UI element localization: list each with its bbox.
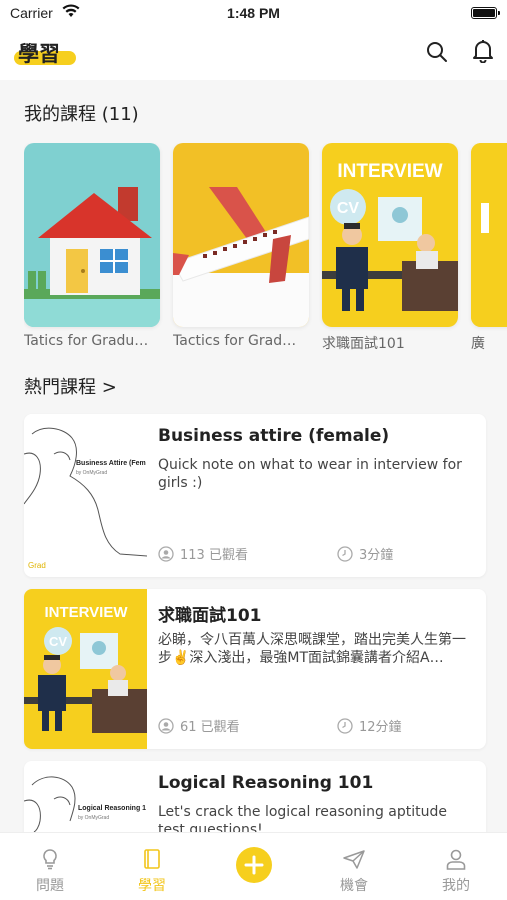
tab-opportunities[interactable]: 機會 [314, 833, 394, 900]
tab-bar: 問題 學習 機會 我的 [0, 832, 507, 900]
search-icon[interactable] [426, 41, 448, 63]
course-label: Tactics for Grad… [173, 333, 297, 349]
card-thumbnail: Logical Reasoning 1 by OnMyGrad [24, 761, 147, 832]
clock-icon [337, 717, 353, 734]
thumb-card-title: INTERVIEW [44, 604, 128, 621]
card-description: 必睇，令八百萬人深思嘅課堂，踏出完美人生第一步✌️深入淺出，最強MT面試錦囊講者… [158, 632, 466, 666]
thumb-cv-text: CV [337, 200, 360, 217]
thumb-card-sub: by OnMyGrad [78, 815, 109, 821]
lightbulb-icon [43, 849, 57, 870]
card-views: 61 已觀看 [158, 716, 240, 735]
course-card[interactable]: Tatics for Gradu… [24, 143, 160, 349]
tab-label: 機會 [340, 878, 368, 894]
card-views: 113 已觀看 [158, 544, 248, 563]
my-courses-title: 我的課程 (11) [24, 104, 139, 125]
card-description: Let's crack the logical reasoning aptitu… [158, 804, 447, 832]
tab-label: 問題 [36, 878, 64, 894]
course-card[interactable]: Tactics for Grad… [173, 143, 309, 349]
paper-plane-icon [343, 850, 365, 869]
page-title-wrap: 學習 [14, 38, 76, 68]
course-thumbnail-partial [471, 143, 507, 327]
popular-course-card[interactable]: Logical Reasoning 1 by OnMyGrad Logical … [24, 761, 486, 832]
card-duration: 3分鐘 [337, 544, 393, 563]
add-button[interactable] [236, 847, 272, 883]
thumb-card-sub: CV [49, 634, 67, 649]
duration-value: 3分鐘 [359, 548, 394, 563]
bell-icon[interactable] [472, 39, 494, 63]
thumb-interview-text: INTERVIEW [337, 161, 442, 182]
thumb-card-sub: by OnMyGrad [76, 470, 107, 476]
clock-icon [337, 545, 353, 562]
battery-icon [471, 7, 500, 19]
my-courses-carousel[interactable]: Tatics for Gradu… Tactics for Grad… INTE… [24, 143, 507, 358]
card-title: Business attire (female) [158, 426, 390, 446]
tab-label: 學習 [138, 878, 166, 894]
card-thumbnail: Business Attire (Fem by OnMyGrad Grad [24, 414, 147, 577]
viewer-icon [158, 545, 174, 562]
course-label: Tatics for Gradu… [24, 333, 149, 349]
card-title: 求職面試101 [158, 606, 262, 626]
popular-courses-link[interactable]: 熱門課程 > [24, 373, 117, 399]
course-thumbnail-airplane [173, 143, 309, 327]
app-header: 學習 [0, 28, 507, 80]
card-title: Logical Reasoning 101 [158, 773, 374, 793]
course-thumbnail-house [24, 143, 160, 327]
thumb-card-title: Logical Reasoning 1 [78, 805, 146, 812]
status-bar: Carrier 1:48 PM [0, 0, 507, 28]
course-thumbnail-interview: INTERVIEW CV [322, 143, 458, 327]
course-card[interactable]: INTERVIEW CV 求職面試101 [322, 143, 458, 353]
course-label: 求職面試101 [322, 336, 405, 352]
clock: 1:48 PM [227, 5, 280, 21]
card-thumbnail: INTERVIEW CV [24, 589, 147, 749]
tab-questions[interactable]: 問題 [10, 833, 90, 900]
views-count: 113 已觀看 [180, 548, 248, 563]
add-icon [244, 855, 264, 875]
course-label: 廣 [471, 336, 485, 352]
thumb-card-title: Business Attire (Fem [76, 460, 146, 467]
grad-logo: Grad [28, 561, 46, 570]
card-duration: 12分鐘 [337, 716, 402, 735]
tab-label: 我的 [442, 878, 470, 894]
tab-learning[interactable]: 學習 [112, 833, 192, 900]
popular-course-card[interactable]: Business Attire (Fem by OnMyGrad Grad Bu… [24, 414, 486, 577]
book-icon [144, 849, 160, 869]
popular-course-card[interactable]: INTERVIEW CV 求職面試101 必睇，令八百萬人深思嘅課堂，踏出完美人… [24, 589, 486, 749]
page-title: 學習 [18, 42, 60, 66]
course-card[interactable]: 廣 [471, 143, 507, 353]
person-icon [446, 849, 466, 870]
tab-profile[interactable]: 我的 [416, 833, 496, 900]
card-description: Quick note on what to wear in interview … [158, 457, 462, 491]
views-count: 61 已觀看 [180, 720, 240, 735]
viewer-icon [158, 717, 174, 734]
duration-value: 12分鐘 [359, 720, 402, 735]
